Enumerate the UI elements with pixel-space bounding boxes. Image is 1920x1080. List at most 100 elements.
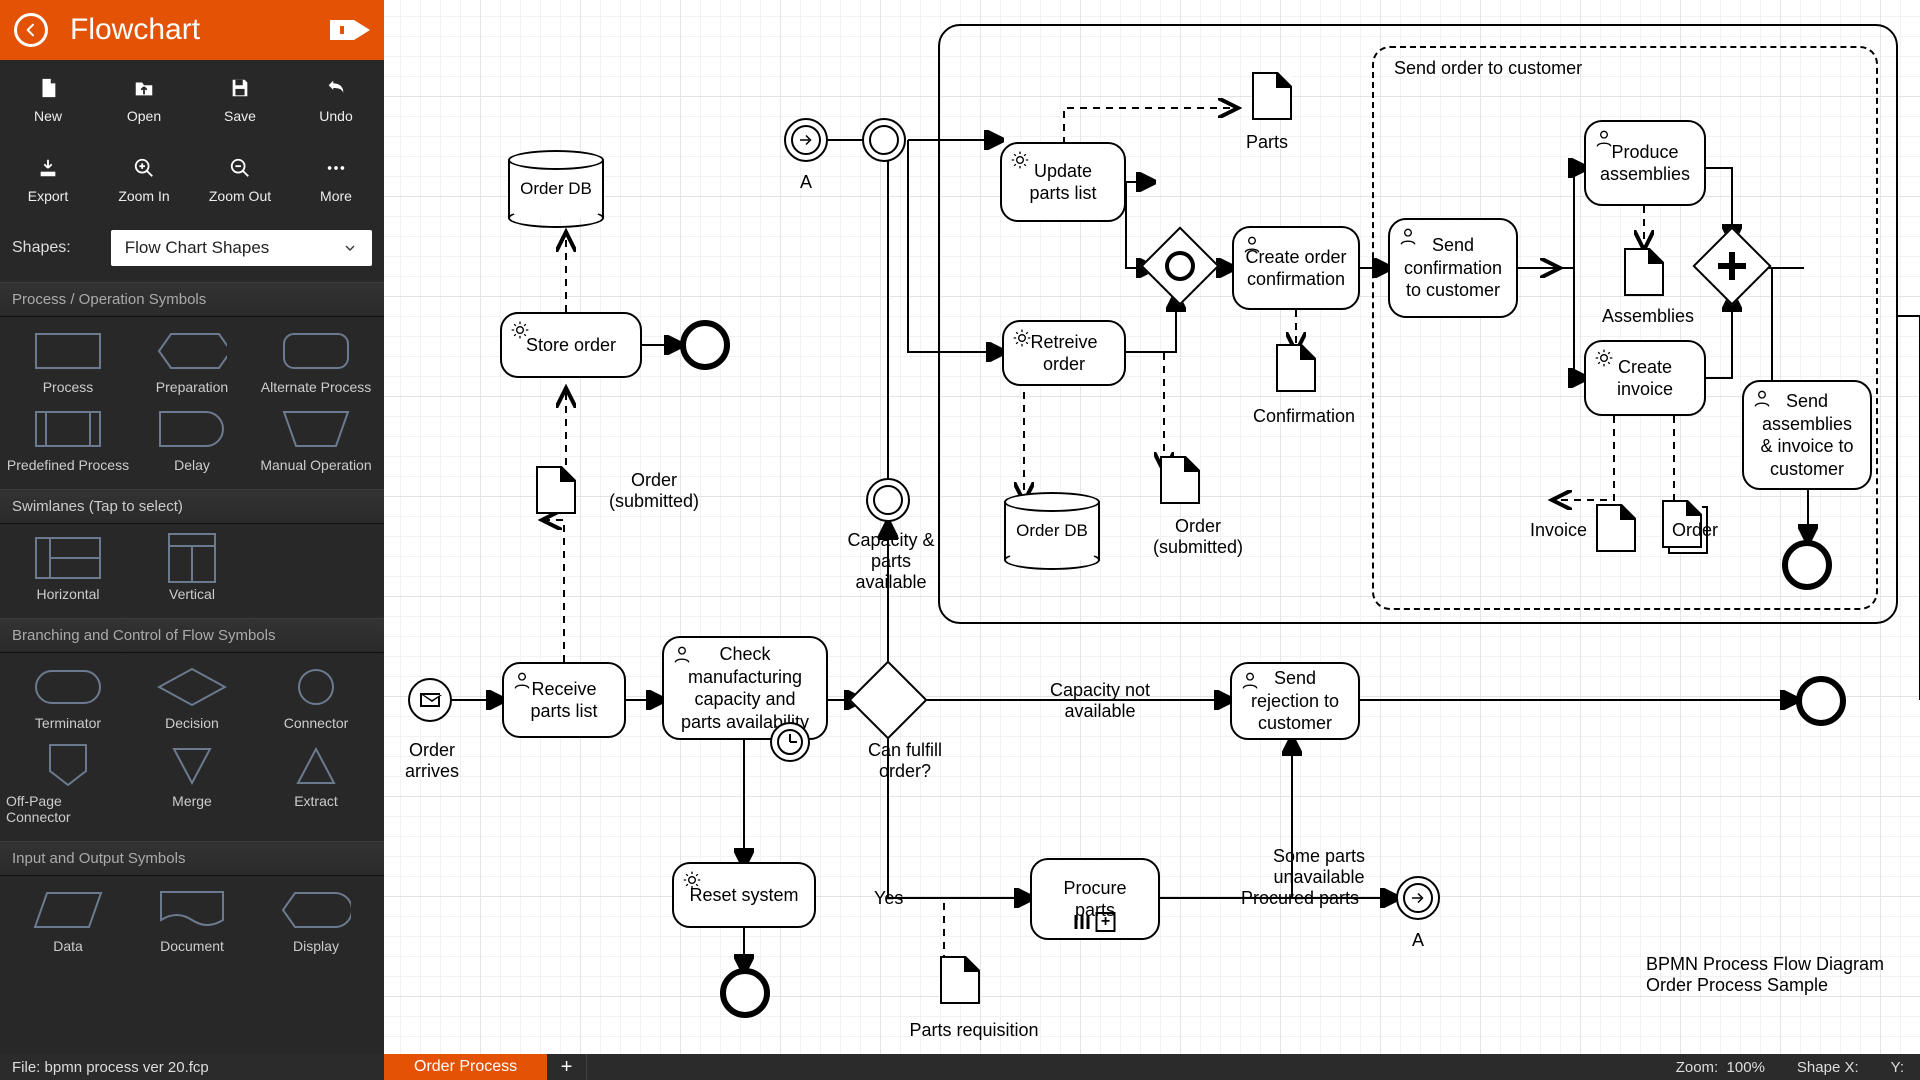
shape-process[interactable]: Process [6,327,130,405]
zoom-in-label: Zoom In [118,188,169,204]
undo-label: Undo [319,108,352,124]
shape-extract-label: Extract [294,793,338,809]
shape-merge-label: Merge [172,793,212,809]
doc-order-submitted-2[interactable] [1160,456,1200,504]
open-label: Open [127,108,161,124]
node-order-db-2-label: Order DB [1004,492,1100,570]
link-a-out-label: A [1412,930,1424,951]
category-process[interactable]: Process / Operation Symbols [0,282,384,317]
app-title: Flowchart [70,13,200,47]
shape-delay[interactable]: Delay [130,405,254,483]
node-order-db[interactable]: Order DB [508,150,604,228]
user-icon [1242,234,1262,260]
shape-decision[interactable]: Decision [130,663,254,741]
event-start[interactable] [408,678,452,722]
node-update-parts[interactable]: Update parts list [1000,142,1126,222]
canvas[interactable]: Send order to customer Order DB Store or… [384,0,1920,1054]
shape-offpage[interactable]: Off-Page Connector [6,741,130,835]
doc-parts-req[interactable] [940,956,980,1004]
shape-preparation[interactable]: Preparation [130,327,254,405]
shape-data[interactable]: Data [6,886,130,964]
shape-h-label: Horizontal [36,586,99,602]
node-procure[interactable]: Procure parts + [1030,858,1160,940]
status-zoom: Zoom: 100% [1660,1059,1781,1076]
add-tab-button[interactable]: + [547,1054,587,1080]
node-produce[interactable]: Produce assemblies [1584,120,1706,206]
event-end-reset[interactable] [720,968,770,1018]
tab-label: Order Process [414,1058,517,1076]
user-icon [1398,226,1418,252]
arrow-left-icon [23,22,39,38]
event-intermediate-top[interactable] [862,118,906,162]
node-send-assemblies[interactable]: Send assemblies & invoice to customer [1742,380,1872,490]
zoom-in-icon [132,156,156,180]
node-order-db-2[interactable]: Order DB [1004,492,1100,570]
new-button[interactable]: New [0,60,96,140]
category-swimlanes[interactable]: Swimlanes (Tap to select) [0,489,384,524]
label-some-parts: Some parts unavailable [1244,846,1394,888]
zoom-in-button[interactable]: Zoom In [96,140,192,220]
node-create-conf[interactable]: Create order confirmation [1232,226,1360,310]
more-label: More [320,188,352,204]
zoom-out-button[interactable]: Zoom Out [192,140,288,220]
category-branching[interactable]: Branching and Control of Flow Symbols [0,618,384,653]
group-send-order-title: Send order to customer [1394,58,1582,79]
shape-document[interactable]: Document [130,886,254,964]
node-receive-parts[interactable]: Receive parts list [502,662,626,738]
save-button[interactable]: Save [192,60,288,140]
more-button[interactable]: More [288,140,384,220]
shape-predef-label: Predefined Process [7,457,129,473]
node-store-order[interactable]: Store order [500,312,642,378]
undo-button[interactable]: Undo [288,60,384,140]
node-create-invoice[interactable]: Create invoice [1584,340,1706,416]
shape-swimlane-h[interactable]: Horizontal [6,534,130,612]
more-icon [324,156,348,180]
shapes-label: Shapes: [12,239,71,257]
timer-badge[interactable] [770,722,810,762]
shapes-select[interactable]: Flow Chart Shapes [111,230,372,266]
node-reset[interactable]: Reset system [672,862,816,928]
doc-parts-req-label: Parts requisition [894,1020,1054,1041]
doc-order-submitted[interactable] [536,466,576,514]
sidebar: New Open Save Undo Export Zoom In Zoom O… [0,60,384,1054]
shape-manual-op[interactable]: Manual Operation [254,405,378,483]
doc-confirmation[interactable] [1276,344,1316,392]
back-button[interactable] [14,13,48,47]
shape-alt-process[interactable]: Alternate Process [254,327,378,405]
user-icon [672,644,692,670]
node-check-capacity[interactable]: Check manufacturing capacity and parts a… [662,636,828,740]
node-end-store[interactable] [680,320,730,370]
event-end-send[interactable] [1782,540,1832,590]
tab-order-process[interactable]: Order Process [384,1054,547,1080]
shape-connector[interactable]: Connector [254,663,378,741]
doc-assemblies[interactable] [1624,248,1664,296]
link-a-in[interactable] [784,118,828,162]
shape-swimlane-v[interactable]: Vertical [130,534,254,612]
event-end-rejection[interactable] [1796,676,1846,726]
titlebar: Flowchart [0,0,384,60]
node-send-conf[interactable]: Send confirmation to customer [1388,218,1518,318]
shape-predef-process[interactable]: Predefined Process [6,405,130,483]
event-capacity[interactable] [866,478,910,522]
doc-invoice[interactable] [1596,504,1636,552]
open-button[interactable]: Open [96,60,192,140]
node-send-rejection[interactable]: Send rejection to customer [1230,662,1360,740]
zoom-label: Zoom: [1676,1059,1719,1076]
doc-parts[interactable] [1252,72,1292,120]
shape-display[interactable]: Display [254,886,378,964]
app-logo-icon[interactable] [330,16,370,44]
caption-line1: BPMN Process Flow Diagram [1646,954,1884,975]
export-icon [36,156,60,180]
label-cap-not: Capacity not available [1020,680,1180,722]
shape-data-label: Data [53,938,83,954]
node-retrieve[interactable]: Retreive order [1002,320,1126,386]
status-file: File: bpmn process ver 20.fcp [0,1059,384,1076]
export-button[interactable]: Export [0,140,96,220]
shape-merge[interactable]: Merge [130,741,254,835]
shape-extract[interactable]: Extract [254,741,378,835]
shape-terminator[interactable]: Terminator [6,663,130,741]
export-label: Export [28,188,68,204]
category-io[interactable]: Input and Output Symbols [0,841,384,876]
link-a-out[interactable] [1396,876,1440,920]
gear-icon [682,870,702,896]
